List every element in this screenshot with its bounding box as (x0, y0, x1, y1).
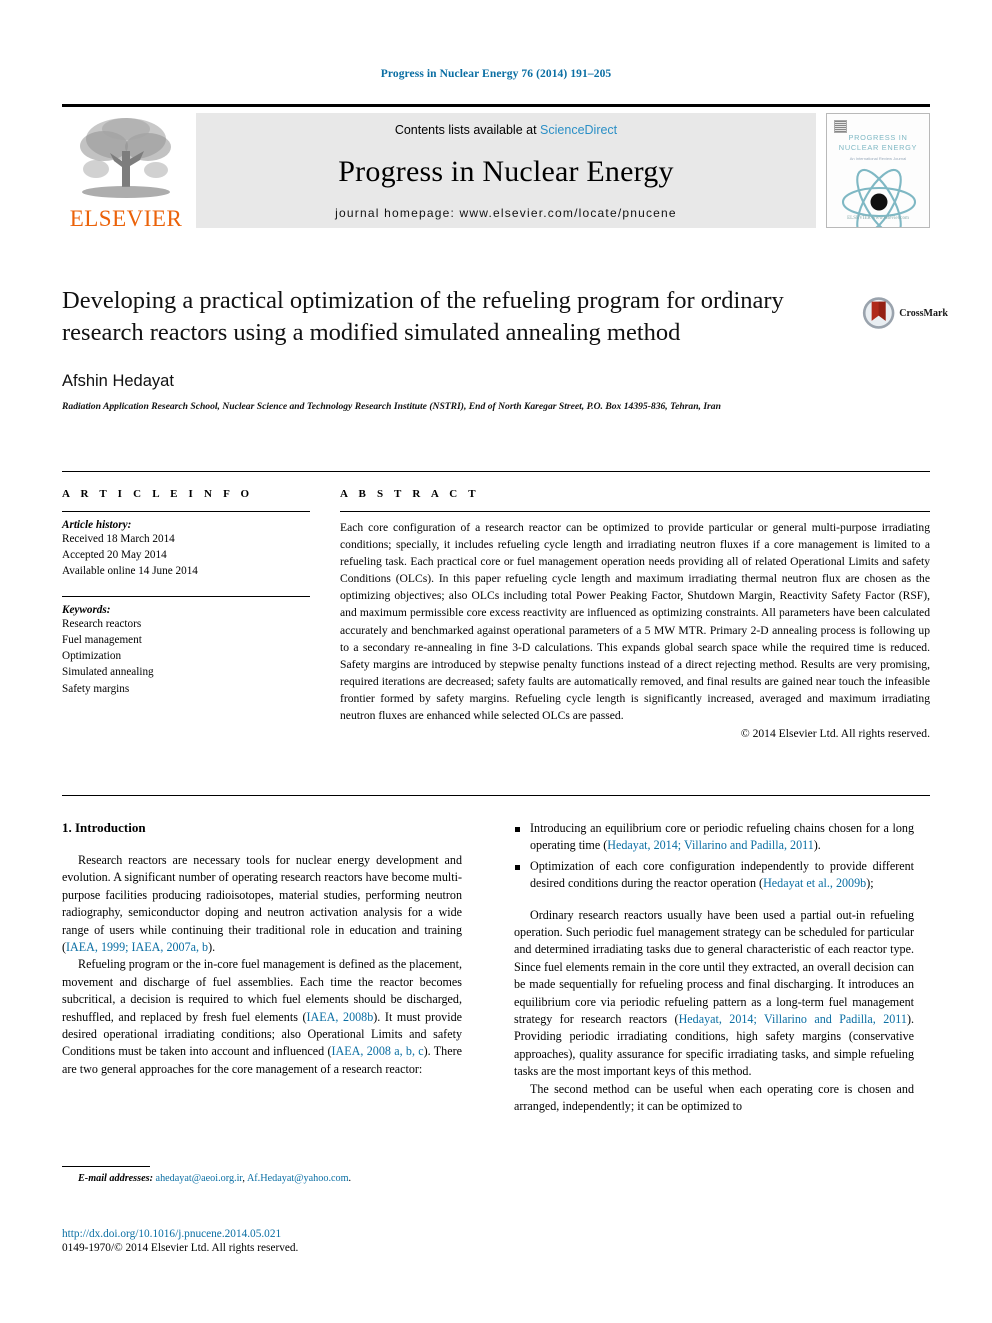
article-history-label: Article history: (62, 519, 132, 531)
article-info-heading: A R T I C L E I N F O (62, 488, 254, 500)
article-history-line: Received 18 March 2014 (62, 533, 175, 545)
footnote-text: E-mail addresses: ahedayat@aeoi.org.ir, … (62, 1173, 462, 1184)
journal-cover-thumbnail[interactable]: PROGRESS IN NUCLEAR ENERGY An Internatio… (826, 113, 930, 228)
list-item: Optimization (62, 650, 122, 663)
article-history-line: Available online 14 June 2014 (62, 565, 198, 578)
article-body: 1. Introduction Research reactors are ne… (62, 820, 930, 1220)
body-column-right: Introducing an equilibrium core or perio… (514, 820, 914, 1116)
article-info-rule (62, 511, 310, 512)
cover-corner-icon (834, 120, 847, 133)
email-link-secondary[interactable]: Af.Hedayat@yahoo.com (247, 1173, 349, 1184)
citation-link[interactable]: Hedayat et al., 2009b (763, 876, 866, 890)
copyright-line: © 2014 Elsevier Ltd. All rights reserved… (740, 727, 930, 741)
contents-lists-line: Contents lists available at ScienceDirec… (395, 123, 617, 137)
author-name: Afshin Hedayat (62, 371, 174, 390)
crossmark-badge[interactable]: CrossMark (862, 292, 948, 334)
keywords-label: Keywords: (62, 603, 111, 616)
contents-prefix: Contents lists available at (394, 123, 537, 137)
journal-title: Progress in Nuclear Energy (338, 154, 674, 188)
title-block: Developing a practical optimization of t… (62, 285, 852, 414)
citation-link[interactable]: IAEA, 1999; IAEA, 2007a, b (66, 940, 208, 954)
approaches-bullet-list: Introducing an equilibrium core or perio… (514, 820, 914, 893)
masthead-center-panel: Contents lists available at ScienceDirec… (196, 113, 816, 228)
sciencedirect-link[interactable]: ScienceDirect (540, 123, 617, 137)
elsevier-logo: ELSEVIER (62, 107, 190, 234)
email-link-primary[interactable]: ahedayat@aeoi.org.ir (156, 1173, 243, 1184)
citation-link[interactable]: Hedayat, 2014; Villarino and Padilla, 20… (679, 1012, 907, 1026)
footnote-terminator: . (348, 1173, 352, 1184)
doi-link[interactable]: http://dx.doi.org/10.1016/j.pnucene.2014… (62, 1228, 502, 1240)
email-addresses-label: E-mail addresses: (78, 1173, 153, 1184)
elsevier-wordmark: ELSEVIER (69, 206, 183, 231)
elsevier-tree-icon (80, 118, 171, 198)
issn-copyright-line: 0149-1970/© 2014 Elsevier Ltd. All right… (62, 1242, 299, 1254)
list-item: Optimization of each core configuration … (514, 858, 914, 893)
citation-link[interactable]: Hedayat, 2014; Villarino and Padilla, 20… (607, 838, 814, 852)
author-affiliation: Radiation Application Research School, N… (62, 400, 721, 412)
abstract-heading: A B S T R A C T (340, 488, 480, 500)
article-history-line: Accepted 20 May 2014 (62, 549, 167, 562)
journal-masthead: ELSEVIER Contents lists available at Sci… (62, 104, 930, 234)
cover-title: PROGRESS IN NUCLEAR ENERGY (838, 133, 918, 152)
keywords-list: Research reactors Fuel management Optimi… (62, 616, 310, 697)
abstract-section: A B S T R A C T Each core configuration … (340, 488, 930, 740)
journal-homepage-line[interactable]: journal homepage: www.elsevier.com/locat… (335, 206, 677, 220)
article-info-section: A R T I C L E I N F O Article history: R… (62, 488, 310, 697)
keywords-rule (62, 595, 310, 597)
footnote-divider (62, 1166, 150, 1167)
paragraph: Research reactors are necessary tools fo… (62, 853, 462, 955)
page-footer: http://dx.doi.org/10.1016/j.pnucene.2014… (62, 1228, 502, 1254)
crossmark-icon (862, 297, 895, 329)
list-item: Fuel management (62, 633, 142, 646)
section-heading-introduction: 1. Introduction (62, 820, 146, 835)
page-title: Developing a practical optimization of t… (62, 287, 784, 346)
abstract-text: Each core configuration of a research re… (340, 521, 930, 723)
citation-link[interactable]: IAEA, 2008 a, b, c (332, 1044, 424, 1058)
cover-subtitle: An International Review Journal (849, 156, 907, 161)
citation-link[interactable]: IAEA, 2008b (307, 1010, 374, 1024)
list-item: Introducing an equilibrium core or perio… (514, 820, 914, 855)
running-head: Progress in Nuclear Energy 76 (2014) 191… (380, 68, 612, 80)
divider-above-info (62, 471, 930, 472)
crossmark-label: CrossMark (899, 307, 948, 319)
list-item: Safety margins (62, 682, 130, 695)
list-item: Research reactors (62, 617, 142, 630)
paragraph: Refueling program or the in-core fuel ma… (62, 957, 462, 1076)
paragraph: Ordinary research reactors usually have … (514, 907, 914, 1079)
divider-above-body (62, 795, 930, 796)
article-page: Progress in Nuclear Energy 76 (2014) 191… (0, 0, 992, 1323)
paragraph: The second method can be useful when eac… (514, 1081, 914, 1114)
cover-footer: ELSEVIER www.elsevier.com (847, 216, 909, 221)
abstract-rule (340, 511, 930, 512)
email-footnote: E-mail addresses: ahedayat@aeoi.org.ir, … (62, 1166, 462, 1184)
list-item: Simulated annealing (62, 666, 154, 679)
body-column-left: 1. Introduction Research reactors are ne… (62, 820, 462, 1078)
